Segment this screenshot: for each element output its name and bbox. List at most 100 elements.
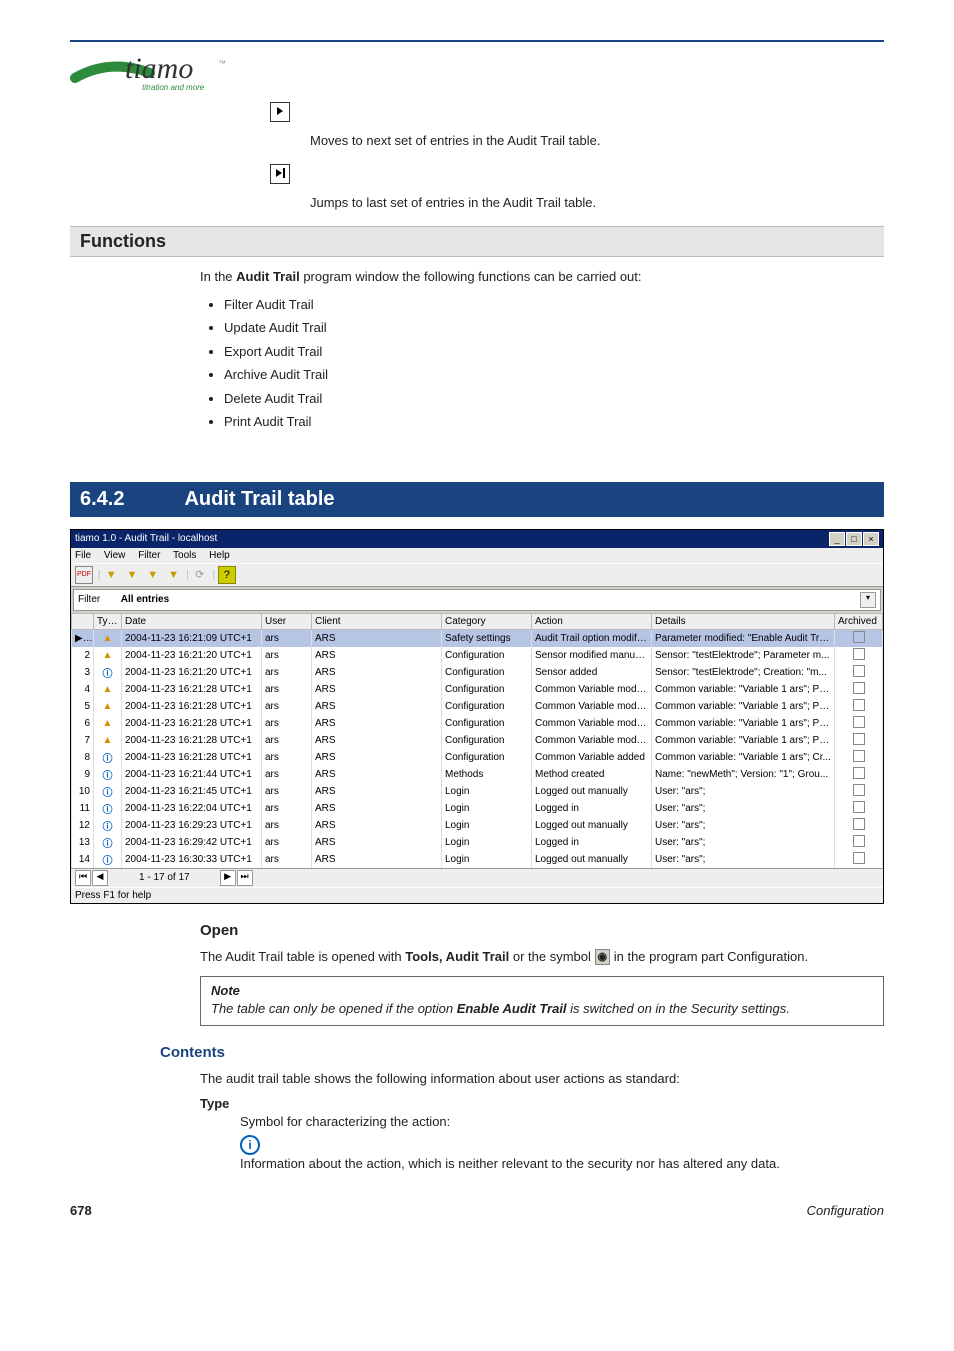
table-row[interactable]: 2▲2004-11-23 16:21:20 UTC+1arsARSConfigu… — [72, 647, 883, 664]
toolbar[interactable]: PDF | ▼ ▼ ▼ ▼ | ⟳ | ? — [71, 563, 883, 587]
table-row[interactable]: 14ⓘ2004-11-23 16:30:33 UTC+1arsARSLoginL… — [72, 851, 883, 868]
menu-view[interactable]: View — [104, 550, 126, 561]
row-action: Logged out manually — [532, 817, 652, 834]
row-action: Common Variable modified ... — [532, 681, 652, 698]
row-client: ARS — [312, 681, 442, 698]
note-label: Note — [211, 983, 873, 998]
row-details: User: "ars"; — [652, 851, 835, 868]
next-set-desc: Moves to next set of entries in the Audi… — [310, 132, 884, 150]
row-number: 5 — [72, 698, 94, 715]
row-user: ars — [262, 783, 312, 800]
row-client: ARS — [312, 851, 442, 868]
pager-bar[interactable]: ⏮ ◀ 1 - 17 of 17 ▶ ⏭ — [71, 868, 883, 887]
row-archived[interactable] — [835, 681, 883, 698]
row-archived[interactable] — [835, 766, 883, 783]
row-user: ars — [262, 766, 312, 783]
table-row[interactable]: ▶ 1▲2004-11-23 16:21:09 UTC+1arsARSSafet… — [72, 629, 883, 647]
row-archived[interactable] — [835, 749, 883, 766]
row-action: Logged in — [532, 800, 652, 817]
window-buttons[interactable]: _□× — [828, 532, 879, 546]
table-row[interactable]: 4▲2004-11-23 16:21:28 UTC+1arsARSConfigu… — [72, 681, 883, 698]
filter-icon[interactable]: ▼ — [124, 567, 140, 583]
row-user: ars — [262, 732, 312, 749]
row-number: 3 — [72, 664, 94, 681]
col-rownum[interactable] — [72, 613, 94, 629]
row-archived[interactable] — [835, 715, 883, 732]
row-archived[interactable] — [835, 851, 883, 868]
func-item: Filter Audit Trail — [224, 295, 884, 315]
row-archived[interactable] — [835, 783, 883, 800]
table-row[interactable]: 3ⓘ2004-11-23 16:21:20 UTC+1arsARSConfigu… — [72, 664, 883, 681]
table-row[interactable]: 11ⓘ2004-11-23 16:22:04 UTC+1arsARSLoginL… — [72, 800, 883, 817]
row-archived[interactable] — [835, 664, 883, 681]
table-row[interactable]: 8ⓘ2004-11-23 16:21:28 UTC+1arsARSConfigu… — [72, 749, 883, 766]
refresh-icon[interactable]: ⟳ — [192, 567, 208, 583]
row-action: Sensor modified manually — [532, 647, 652, 664]
col-action[interactable]: Action — [532, 613, 652, 629]
row-date: 2004-11-23 16:21:28 UTC+1 — [122, 715, 262, 732]
row-number: 12 — [72, 817, 94, 834]
table-header-row[interactable]: Type Date User Client Category Action De… — [72, 613, 883, 629]
audit-trail-table[interactable]: Type Date User Client Category Action De… — [71, 613, 883, 868]
col-archived[interactable]: Archived — [835, 613, 883, 629]
menu-bar[interactable]: File View Filter Tools Help — [71, 548, 883, 563]
row-category: Configuration — [442, 647, 532, 664]
row-user: ars — [262, 851, 312, 868]
row-number: 6 — [72, 715, 94, 732]
table-row[interactable]: 10ⓘ2004-11-23 16:21:45 UTC+1arsARSLoginL… — [72, 783, 883, 800]
row-category: Configuration — [442, 715, 532, 732]
row-client: ARS — [312, 800, 442, 817]
table-row[interactable]: 12ⓘ2004-11-23 16:29:23 UTC+1arsARSLoginL… — [72, 817, 883, 834]
pdf-icon[interactable]: PDF — [75, 566, 93, 584]
row-archived[interactable] — [835, 817, 883, 834]
row-archived[interactable] — [835, 732, 883, 749]
table-row[interactable]: 5▲2004-11-23 16:21:28 UTC+1arsARSConfigu… — [72, 698, 883, 715]
row-archived[interactable] — [835, 834, 883, 851]
note-body: The table can only be opened if the opti… — [211, 1000, 873, 1018]
col-user[interactable]: User — [262, 613, 312, 629]
row-archived[interactable] — [835, 800, 883, 817]
col-category[interactable]: Category — [442, 613, 532, 629]
menu-help[interactable]: Help — [209, 550, 230, 561]
row-date: 2004-11-23 16:29:42 UTC+1 — [122, 834, 262, 851]
row-details: Name: "newMeth"; Version: "1"; Grou... — [652, 766, 835, 783]
next-page-icon — [270, 102, 290, 122]
status-bar: Press F1 for help — [71, 887, 883, 903]
row-details: Common variable: "Variable 1 ars"; Pa... — [652, 732, 835, 749]
row-type-icon: ⓘ — [94, 783, 122, 800]
row-action: Logged in — [532, 834, 652, 851]
row-category: Login — [442, 783, 532, 800]
help-icon[interactable]: ? — [218, 566, 236, 584]
row-archived[interactable] — [835, 629, 883, 647]
menu-file[interactable]: File — [75, 550, 91, 561]
menu-tools[interactable]: Tools — [173, 550, 196, 561]
row-archived[interactable] — [835, 698, 883, 715]
contents-heading: Contents — [160, 1044, 884, 1061]
filter-icon[interactable]: ▼ — [145, 567, 161, 583]
pager-prev-icon[interactable]: ◀ — [92, 870, 108, 886]
row-archived[interactable] — [835, 647, 883, 664]
filter-dropdown-icon[interactable]: ▾ — [860, 592, 876, 608]
row-type-icon: ⓘ — [94, 664, 122, 681]
filter-bar[interactable]: Filter All entries ▾ — [73, 589, 881, 611]
filter-icon[interactable]: ▼ — [103, 567, 119, 583]
menu-filter[interactable]: Filter — [138, 550, 160, 561]
pager-first-icon[interactable]: ⏮ — [75, 870, 91, 886]
col-date[interactable]: Date — [122, 613, 262, 629]
table-row[interactable]: 13ⓘ2004-11-23 16:29:42 UTC+1arsARSLoginL… — [72, 834, 883, 851]
table-row[interactable]: 9ⓘ2004-11-23 16:21:44 UTC+1arsARSMethods… — [72, 766, 883, 783]
table-row[interactable]: 6▲2004-11-23 16:21:28 UTC+1arsARSConfigu… — [72, 715, 883, 732]
row-details: User: "ars"; — [652, 783, 835, 800]
row-category: Login — [442, 834, 532, 851]
functions-list: Filter Audit Trail Update Audit Trail Ex… — [224, 295, 884, 432]
table-row[interactable]: 7▲2004-11-23 16:21:28 UTC+1arsARSConfigu… — [72, 732, 883, 749]
col-details[interactable]: Details — [652, 613, 835, 629]
row-date: 2004-11-23 16:21:28 UTC+1 — [122, 698, 262, 715]
filter-icon[interactable]: ▼ — [166, 567, 182, 583]
col-client[interactable]: Client — [312, 613, 442, 629]
pager-last-icon[interactable]: ⏭ — [237, 870, 253, 886]
row-action: Common Variable added — [532, 749, 652, 766]
row-type-icon: ▲ — [94, 715, 122, 732]
pager-next-icon[interactable]: ▶ — [220, 870, 236, 886]
col-type[interactable]: Type — [94, 613, 122, 629]
